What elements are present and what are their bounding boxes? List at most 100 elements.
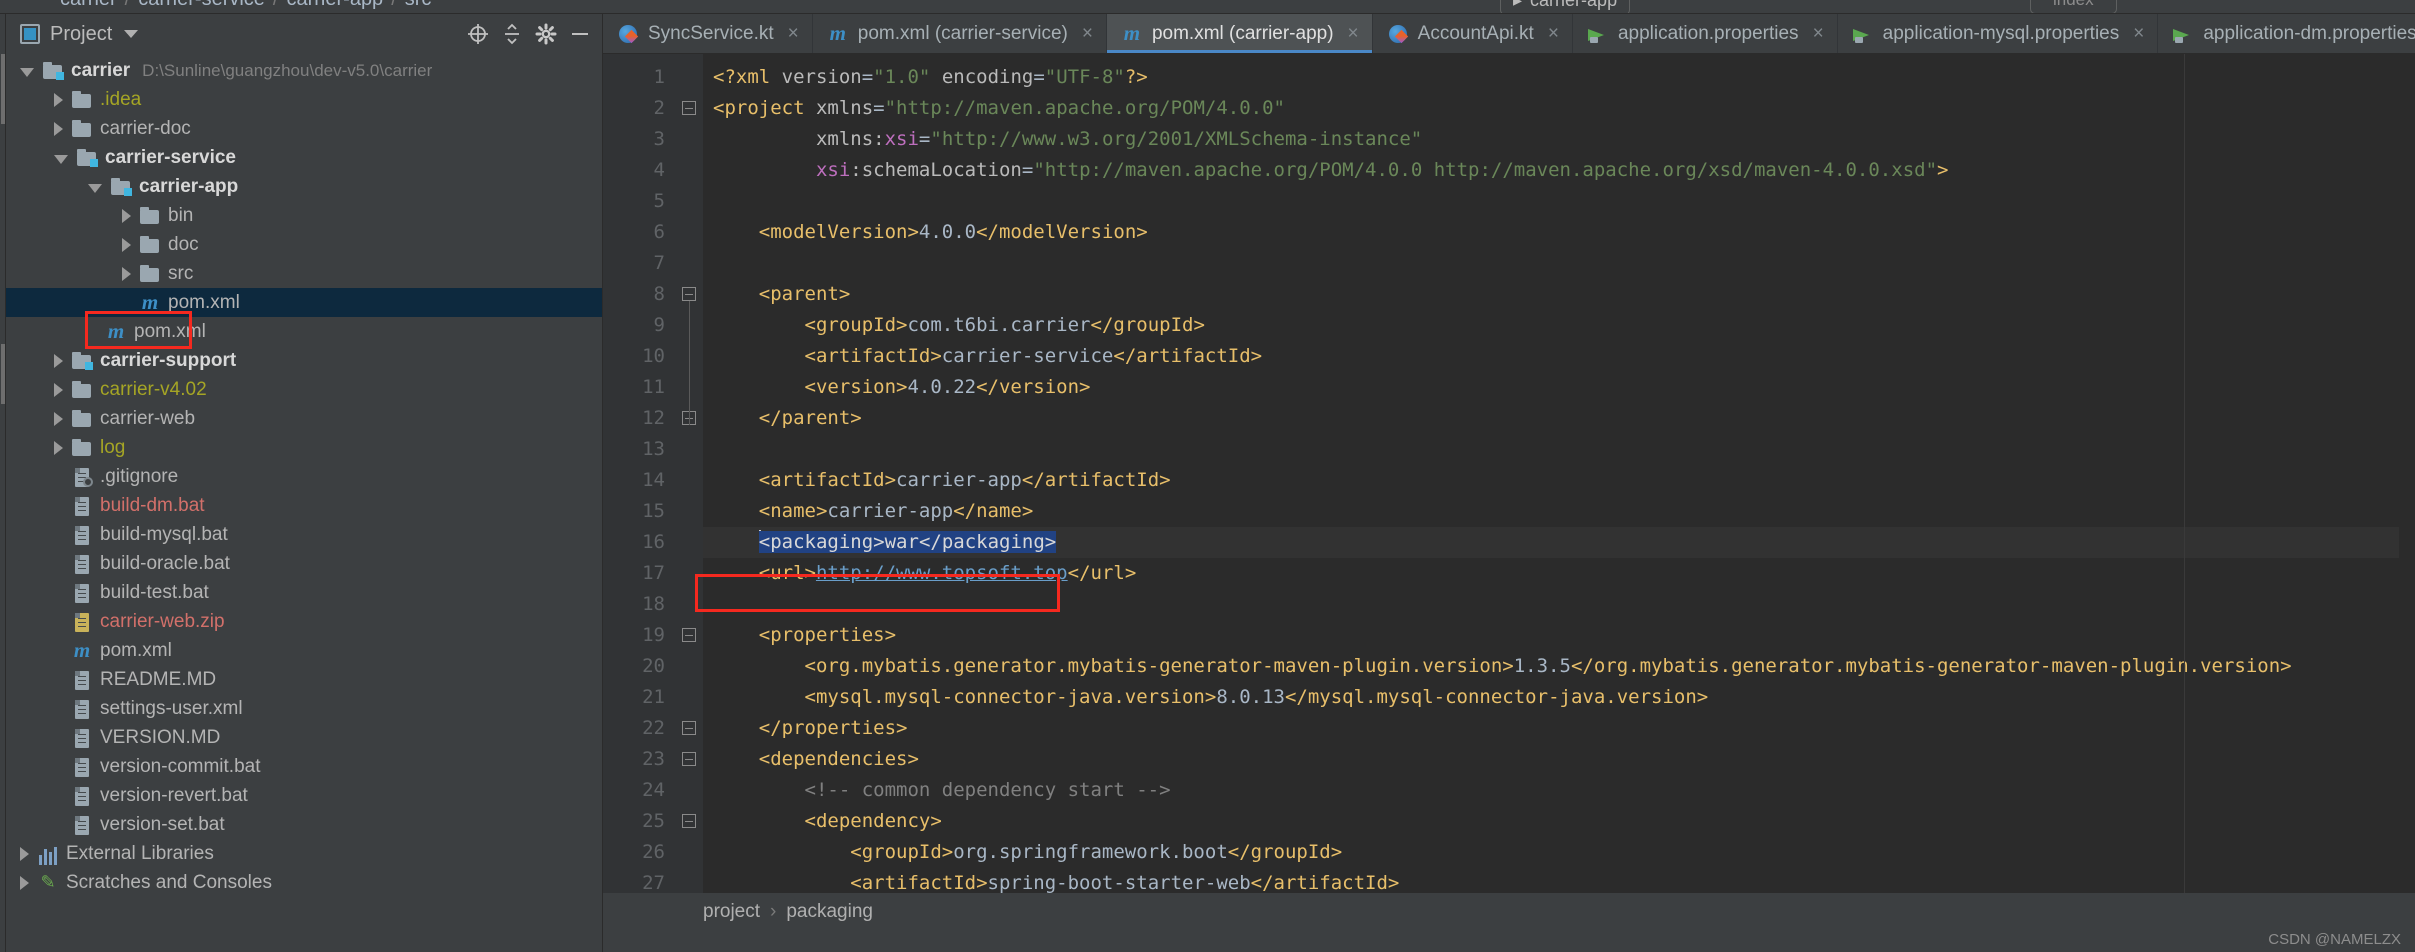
close-icon[interactable]: × <box>788 23 799 45</box>
breadcrumb-item-packaging[interactable]: packaging <box>786 901 873 923</box>
tree-item-carrier-web[interactable]: carrier-web <box>6 404 602 433</box>
tree-item-pom.xml[interactable]: mpom.xml <box>6 317 602 346</box>
close-icon[interactable]: × <box>1813 23 1824 45</box>
nav-crumb-0[interactable]: carrier <box>60 0 117 10</box>
chevron-down-icon[interactable] <box>124 30 138 38</box>
run-configuration-selector[interactable]: ▸ carrier-app <box>1500 0 1630 14</box>
crosshair-icon[interactable] <box>466 22 490 46</box>
tree-item-scratches-and-consoles[interactable]: ✎Scratches and Consoles <box>6 868 602 897</box>
tree-item-version-set.bat[interactable]: version-set.bat <box>6 810 602 839</box>
code-line[interactable]: xmlns:xsi="http://www.w3.org/2001/XMLSch… <box>703 124 2415 155</box>
editor-tab-application-dm.properties[interactable]: application-dm.properties× <box>2158 14 2415 53</box>
code-line[interactable]: <artifactId>carrier-service</artifactId> <box>703 341 2415 372</box>
editor-tab-application-mysql.properties[interactable]: application-mysql.properties× <box>1838 14 2159 53</box>
code-line[interactable]: <parent> <box>703 279 2415 310</box>
code-line[interactable]: <groupId>com.t6bi.carrier</groupId> <box>703 310 2415 341</box>
chevron-right-icon[interactable] <box>20 876 29 890</box>
tree-item-doc[interactable]: doc <box>6 230 602 259</box>
close-icon[interactable]: × <box>1082 23 1093 45</box>
tree-item-carrier-service[interactable]: carrier-service <box>6 143 602 172</box>
breadcrumb[interactable]: project › packaging <box>603 893 2415 930</box>
tree-item-pom.xml[interactable]: mpom.xml <box>6 636 602 665</box>
close-icon[interactable]: × <box>2133 23 2144 45</box>
chevron-down-icon[interactable] <box>54 155 68 164</box>
fold-collapse-icon[interactable] <box>682 628 696 642</box>
code-line[interactable]: <project xmlns="http://maven.apache.org/… <box>703 93 2415 124</box>
tree-item-carrier-web.zip[interactable]: carrier-web.zip <box>6 607 602 636</box>
code-line[interactable]: <packaging>war</packaging> <box>703 527 2415 558</box>
fold-collapse-icon[interactable] <box>682 287 696 301</box>
chevron-right-icon[interactable] <box>54 122 63 136</box>
nav-crumb-2[interactable]: carrier-app <box>286 0 383 10</box>
nav-crumb-1[interactable]: carrier-service <box>138 0 265 10</box>
tree-item-bin[interactable]: bin <box>6 201 602 230</box>
code-line[interactable]: xsi:schemaLocation="http://maven.apache.… <box>703 155 2415 186</box>
tree-item-version-revert.bat[interactable]: version-revert.bat <box>6 781 602 810</box>
code-line[interactable]: </parent> <box>703 403 2415 434</box>
chevron-right-icon[interactable] <box>122 209 131 223</box>
code-line[interactable]: <dependency> <box>703 806 2415 837</box>
tree-item-build-oracle.bat[interactable]: build-oracle.bat <box>6 549 602 578</box>
fold-collapse-icon[interactable] <box>682 814 696 828</box>
nav-crumb-3[interactable]: src <box>405 0 432 10</box>
tree-item-.gitignore[interactable]: .gitignore <box>6 462 602 491</box>
chevron-down-icon[interactable] <box>88 184 102 193</box>
editor-tab-pom.xml--carrier-app-[interactable]: mpom.xml (carrier-app)× <box>1107 14 1373 53</box>
editor-tab-bar[interactable]: SyncService.kt×mpom.xml (carrier-service… <box>603 14 2415 54</box>
gear-icon[interactable] <box>534 22 558 46</box>
code-content[interactable]: <?xml version="1.0" encoding="UTF-8"?><p… <box>703 54 2415 893</box>
code-line[interactable]: </properties> <box>703 713 2415 744</box>
code-line[interactable]: <artifactId>spring-boot-starter-web</art… <box>703 868 2415 893</box>
code-folding-column[interactable] <box>675 54 703 893</box>
editor-tab-pom.xml--carrier-service-[interactable]: mpom.xml (carrier-service)× <box>813 14 1107 53</box>
chevron-right-icon[interactable] <box>122 267 131 281</box>
close-icon[interactable]: × <box>1348 23 1359 45</box>
editor-gutter[interactable]: 12345678m9101112131415161718192021222324… <box>603 54 675 893</box>
chevron-right-icon[interactable] <box>54 412 63 426</box>
code-line[interactable]: <!-- common dependency start --> <box>703 775 2415 806</box>
code-line[interactable]: <dependencies> <box>703 744 2415 775</box>
tree-item-build-mysql.bat[interactable]: build-mysql.bat <box>6 520 602 549</box>
tree-item-settings-user.xml[interactable]: settings-user.xml <box>6 694 602 723</box>
tree-item-carrier-v4.02[interactable]: carrier-v4.02 <box>6 375 602 404</box>
fold-collapse-icon[interactable] <box>682 101 696 115</box>
code-line[interactable] <box>703 434 2415 465</box>
code-line[interactable] <box>703 589 2415 620</box>
tree-item-external-libraries[interactable]: External Libraries <box>6 839 602 868</box>
tree-item-version.md[interactable]: VERSION.MD <box>6 723 602 752</box>
chevron-right-icon[interactable] <box>54 383 63 397</box>
code-line[interactable]: <url>http://www.topsoft.top</url> <box>703 558 2415 589</box>
code-line[interactable] <box>703 248 2415 279</box>
code-line[interactable]: <org.mybatis.generator.mybatis-generator… <box>703 651 2415 682</box>
tree-item-readme.md[interactable]: README.MD <box>6 665 602 694</box>
code-line[interactable]: <mysql.mysql-connector-java.version>8.0.… <box>703 682 2415 713</box>
tool-window-nub-structure[interactable] <box>1 344 5 404</box>
tree-item-version-commit.bat[interactable]: version-commit.bat <box>6 752 602 781</box>
search-everywhere-box[interactable]: index <box>2030 0 2117 14</box>
code-line[interactable]: <properties> <box>703 620 2415 651</box>
fold-collapse-icon[interactable] <box>682 752 696 766</box>
code-line[interactable]: <version>4.0.22</version> <box>703 372 2415 403</box>
code-line[interactable]: <modelVersion>4.0.0</modelVersion> <box>703 217 2415 248</box>
code-line[interactable]: <name>carrier-app</name> <box>703 496 2415 527</box>
minimize-icon[interactable] <box>568 22 592 46</box>
chevron-right-icon[interactable] <box>122 238 131 252</box>
tree-item-pom.xml[interactable]: mpom.xml <box>6 288 602 317</box>
tree-item-src[interactable]: src <box>6 259 602 288</box>
chevron-right-icon[interactable] <box>54 93 63 107</box>
editor-scrollbar[interactable] <box>2399 54 2415 893</box>
editor-tab-application.properties[interactable]: application.properties× <box>1573 14 1838 53</box>
tree-item-carrier-doc[interactable]: carrier-doc <box>6 114 602 143</box>
close-icon[interactable]: × <box>1548 23 1559 45</box>
tree-item-carrier-app[interactable]: carrier-app <box>6 172 602 201</box>
nav-breadcrumb[interactable]: carrier/carrier-service/carrier-app/src <box>60 0 431 11</box>
collapse-all-icon[interactable] <box>500 22 524 46</box>
code-line[interactable]: <groupId>org.springframework.boot</group… <box>703 837 2415 868</box>
tree-item-build-test.bat[interactable]: build-test.bat <box>6 578 602 607</box>
code-line[interactable] <box>703 186 2415 217</box>
chevron-right-icon[interactable] <box>54 354 63 368</box>
editor-tab-accountapi.kt[interactable]: AccountApi.kt× <box>1373 14 1573 53</box>
code-line[interactable]: <artifactId>carrier-app</artifactId> <box>703 465 2415 496</box>
chevron-right-icon[interactable] <box>20 847 29 861</box>
tree-item-.idea[interactable]: .idea <box>6 85 602 114</box>
